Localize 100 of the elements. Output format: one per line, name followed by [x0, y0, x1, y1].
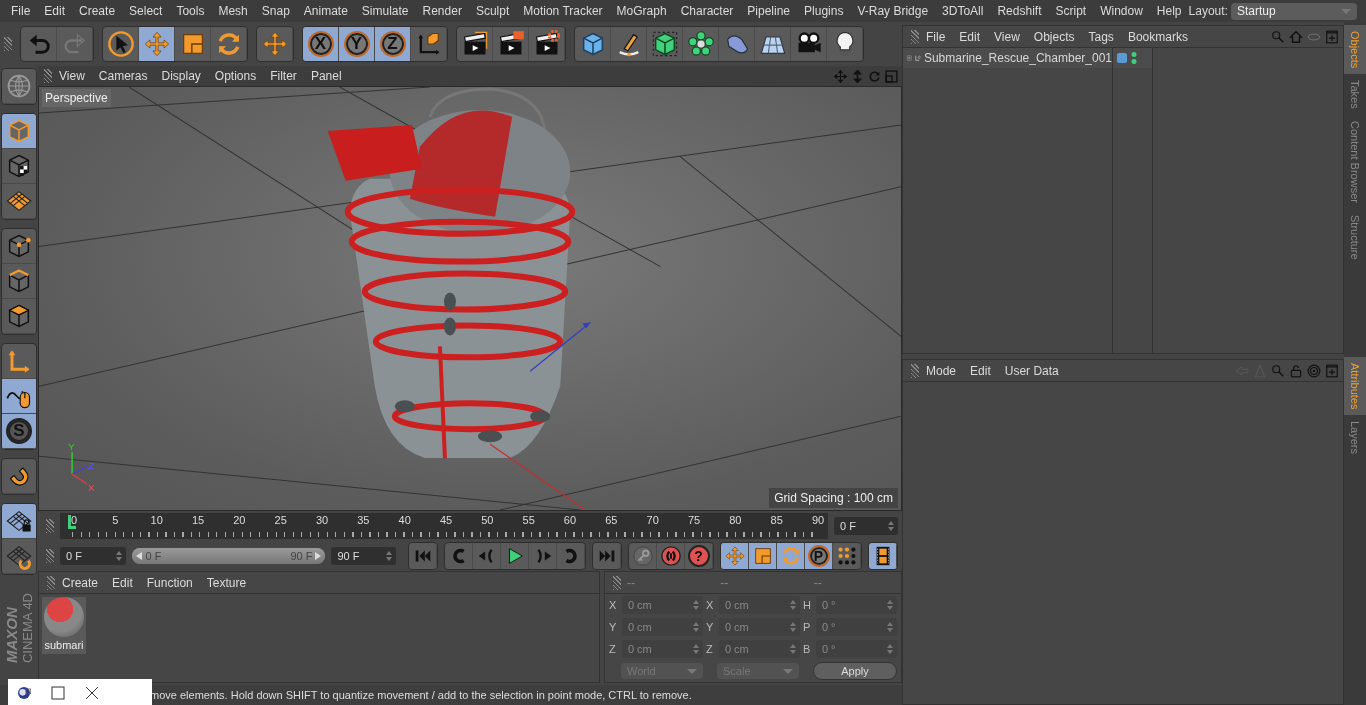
frame-label: 15	[191, 514, 205, 526]
grip-icon[interactable]	[4, 37, 12, 51]
menu-item[interactable]: Plugins	[797, 2, 851, 20]
apply-button[interactable]: Apply	[813, 662, 897, 680]
globe-icon	[5, 72, 33, 100]
menu-item[interactable]: Panel	[303, 67, 349, 85]
app-icon[interactable]	[16, 685, 32, 701]
move-button[interactable]	[139, 27, 175, 61]
menu-item[interactable]: Help	[1149, 2, 1189, 20]
menu-item[interactable]: Cameras	[91, 67, 155, 85]
frame-field[interactable]: 0 F	[834, 517, 898, 535]
spinner-icon	[693, 644, 699, 654]
visibility-dots-icon[interactable]	[1131, 51, 1137, 65]
subdivision-cube-icon	[650, 30, 679, 58]
axis-label: X	[88, 482, 95, 494]
spinner-icon	[887, 644, 893, 654]
axis-label: Y	[609, 619, 618, 635]
minimized-window[interactable]	[8, 679, 152, 705]
frame-label: 70	[646, 514, 659, 526]
menu-item[interactable]: Script	[1048, 2, 1094, 20]
parameter-button[interactable]: P	[805, 543, 833, 569]
menu-item[interactable]: Select	[122, 2, 170, 20]
axis-indicator-icon	[71, 451, 88, 485]
menu-item[interactable]: Edit	[105, 573, 140, 592]
close-icon[interactable]	[84, 685, 100, 701]
menu-item[interactable]: Redshift	[990, 2, 1049, 20]
axis-lock-button[interactable]: X	[303, 27, 339, 61]
menu-item[interactable]: Mode	[919, 361, 964, 380]
menu-item[interactable]: View	[52, 67, 92, 85]
layout-label: Layout:	[1188, 3, 1228, 20]
timeline-ruler[interactable]: 0 5 10 15 20 25 30 35 40 45 50 55 60 65 70 75 80 85 90	[60, 513, 828, 539]
spinner-icon	[888, 521, 894, 531]
menu-item[interactable]: Motion Tracker	[516, 2, 610, 20]
frame-label: 35	[357, 514, 370, 526]
spinner-icon	[887, 622, 893, 632]
menu-item[interactable]: Edit	[37, 2, 73, 20]
grip-icon[interactable]	[911, 29, 919, 44]
menu-item[interactable]: Simulate	[354, 2, 416, 20]
rotate-button[interactable]	[777, 543, 805, 569]
scale-button[interactable]	[749, 543, 777, 569]
menu-item[interactable]: Tags	[1081, 27, 1121, 46]
menu-item[interactable]: Snap	[254, 2, 297, 20]
axis-label: X	[706, 597, 715, 613]
axis-lock-button[interactable]: Z	[375, 27, 411, 61]
tweak-button[interactable]	[2, 379, 36, 414]
frame-label: 50	[481, 514, 494, 526]
menu-item[interactable]: File	[919, 27, 953, 46]
menu-item[interactable]: Texture	[199, 573, 254, 592]
grip-icon[interactable]	[613, 575, 621, 590]
menu-item[interactable]: MoGraph	[609, 2, 674, 20]
menu-item[interactable]: Filter	[263, 67, 304, 85]
frame-label: 10	[150, 514, 163, 526]
maximize-icon[interactable]	[50, 685, 66, 701]
menu-item[interactable]: Mesh	[211, 2, 255, 20]
menu-item[interactable]: Tools	[169, 2, 212, 20]
material-thumbnail[interactable]: submari	[42, 597, 86, 654]
grip-icon[interactable]	[44, 69, 52, 83]
dot-grid-icon	[835, 545, 858, 567]
menu-item[interactable]: Window	[1093, 2, 1150, 20]
menu-item[interactable]: Function	[139, 573, 200, 592]
menu-item[interactable]: View	[987, 27, 1027, 46]
menu-item[interactable]: Options	[207, 67, 264, 85]
menu-item[interactable]: 3DToAll	[935, 2, 991, 20]
material-name: submari	[44, 638, 84, 653]
move-icon	[142, 30, 171, 58]
auto-key-button[interactable]: ?	[685, 543, 713, 569]
grip-icon[interactable]	[47, 575, 55, 590]
lock-workplane-button[interactable]	[2, 504, 36, 539]
menu-item[interactable]: Edit	[952, 27, 988, 46]
frame-label: 75	[687, 514, 701, 526]
menu-item[interactable]: User Data	[997, 361, 1066, 380]
grip-icon[interactable]	[911, 363, 919, 378]
menu-item[interactable]: Create	[55, 573, 106, 592]
grip-icon[interactable]	[46, 549, 54, 563]
menu-item[interactable]: V-Ray Bridge	[850, 2, 936, 20]
menu-item[interactable]: Pipeline	[740, 2, 798, 20]
menu-item[interactable]: File	[4, 2, 38, 20]
menu-item[interactable]: Render	[415, 2, 469, 20]
grip-icon[interactable]	[46, 519, 54, 533]
camera-label: Perspective	[42, 89, 111, 107]
end-frame-field[interactable]: 90 F	[331, 547, 396, 565]
model-button[interactable]	[2, 114, 36, 149]
film-button[interactable]	[869, 543, 897, 569]
menu-item[interactable]: Objects	[1026, 27, 1082, 46]
menu-item[interactable]: Sculpt	[468, 2, 517, 20]
menu-item[interactable]: Edit	[963, 361, 998, 380]
menu-item[interactable]: Animate	[296, 2, 355, 20]
menu-item[interactable]: Create	[72, 2, 123, 20]
move-button[interactable]	[721, 543, 749, 569]
menu-item[interactable]: Display	[154, 67, 208, 85]
cursor-icon	[106, 30, 135, 58]
layout-dropdown[interactable]: Startup	[1230, 2, 1357, 20]
expand-toggle-icon[interactable]	[907, 52, 912, 64]
column-header: --	[719, 574, 730, 592]
axis-label: X	[609, 597, 618, 613]
start-frame-field[interactable]: 0 F	[60, 547, 127, 565]
axis-lock-button[interactable]: Y	[339, 27, 375, 61]
menu-item[interactable]: Character	[673, 2, 741, 20]
left-arrow-icon	[136, 552, 143, 560]
menu-item[interactable]: Bookmarks	[1120, 27, 1195, 46]
